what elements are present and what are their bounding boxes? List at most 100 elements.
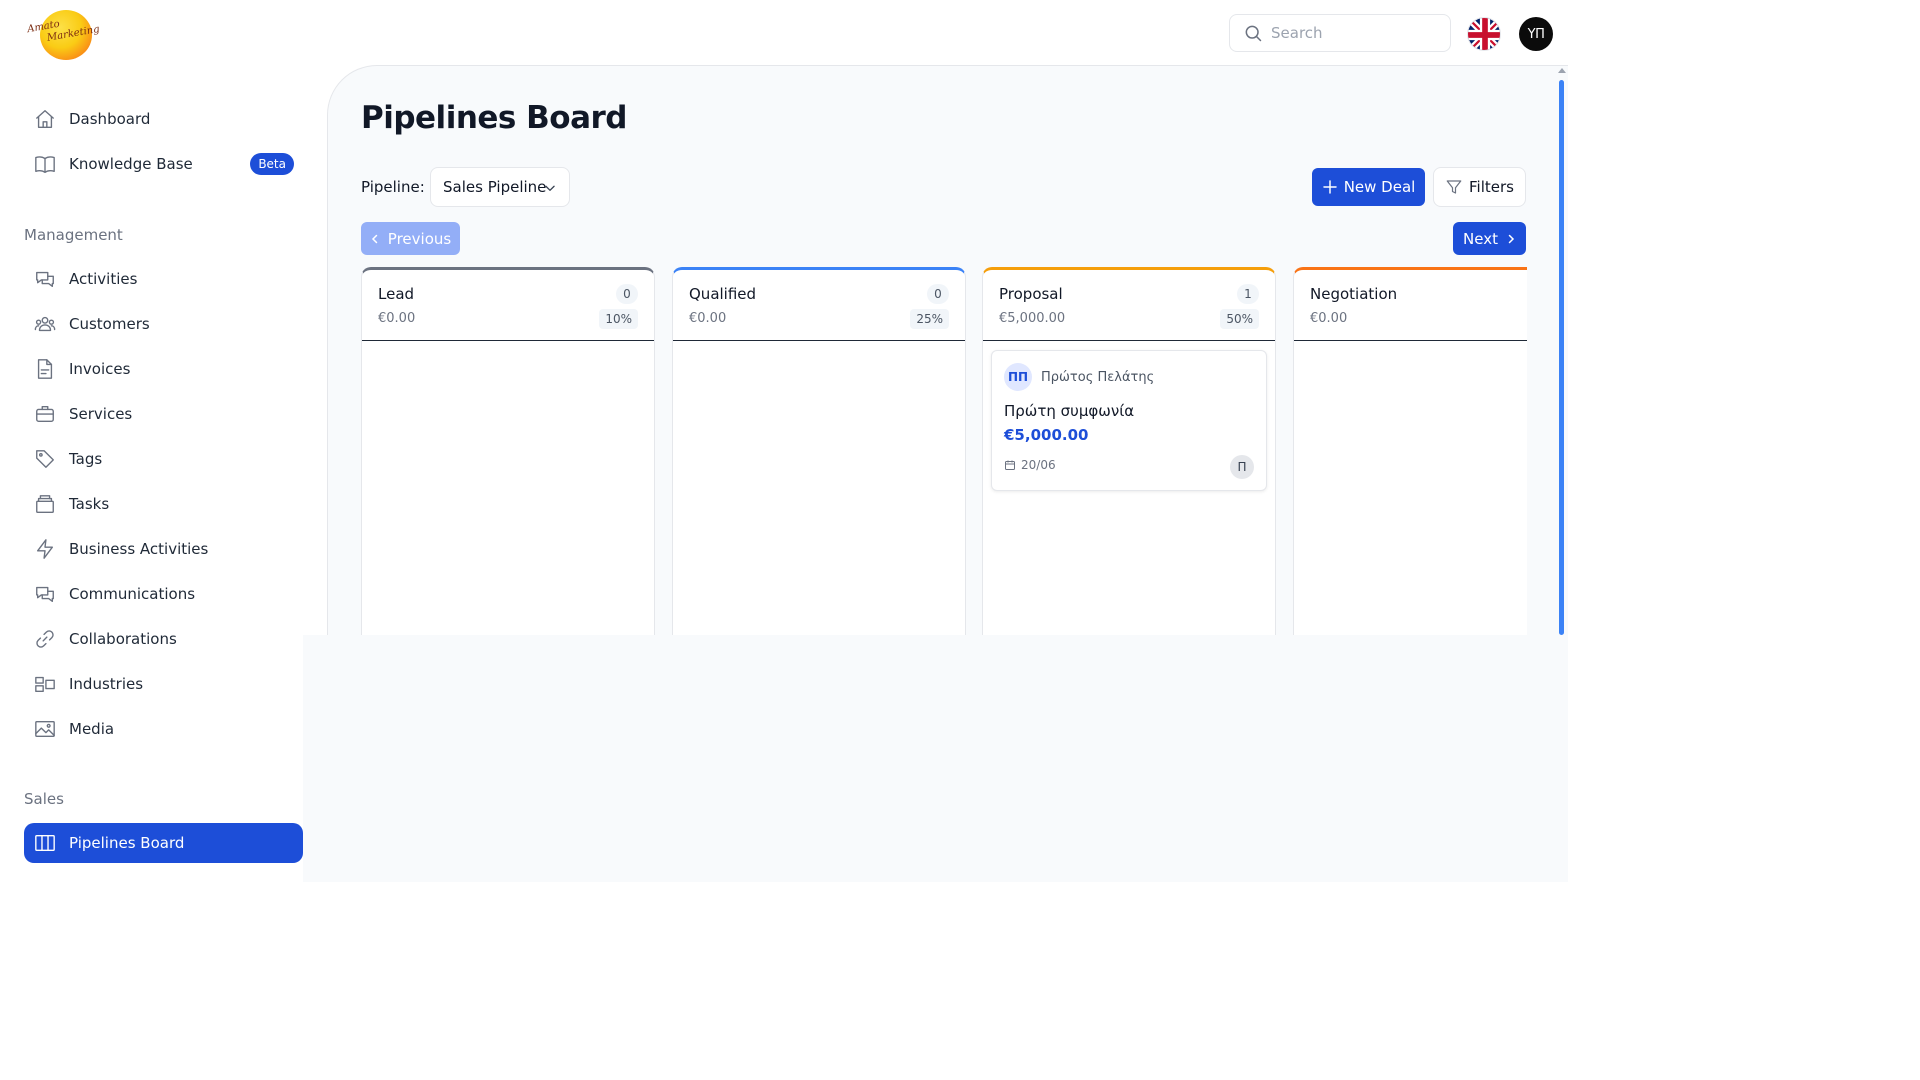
column-percent-badge: 25% <box>910 309 949 329</box>
column-header: Qualified €0.00 0 25% <box>673 270 965 341</box>
briefcase-icon <box>33 402 57 426</box>
calendar-icon <box>1005 460 1015 470</box>
sidebar-item-label: Tags <box>69 450 103 468</box>
deal-customer-name: Πρώτος Πελάτης <box>1041 370 1155 385</box>
column-header: Lead €0.00 0 10% <box>362 270 654 341</box>
pipeline-select[interactable]: Sales Pipeline <box>430 167 570 207</box>
column-name: Negotiation <box>1310 285 1398 303</box>
sidebar-item-label: Dashboard <box>69 110 151 128</box>
deal-owner-avatar[interactable]: Π <box>1230 455 1254 479</box>
column-amount: €0.00 <box>1310 311 1348 326</box>
chevron-right-icon <box>1508 234 1515 243</box>
section-label-sales: Sales <box>24 790 64 808</box>
column-name: Qualified <box>689 285 757 303</box>
sidebar-item-business-activities[interactable]: Business Activities <box>24 529 303 569</box>
column-percent-badge: 50% <box>1220 309 1259 329</box>
sidebar-item-tags[interactable]: Tags <box>24 439 303 479</box>
new-deal-button[interactable]: New Deal <box>1312 168 1425 206</box>
page-title: Pipelines Board <box>361 100 627 136</box>
sidebar-item-dashboard[interactable]: Dashboard <box>24 99 303 139</box>
search-icon <box>1245 25 1262 42</box>
image-icon <box>33 717 57 741</box>
column-name: Proposal <box>999 285 1063 303</box>
column-header: Proposal €5,000.00 1 50% <box>983 270 1275 341</box>
pipeline-column-negotiation: Negotiation €0.00 <box>1293 267 1527 635</box>
sidebar-item-label: Media <box>69 720 115 738</box>
tag-icon <box>33 447 57 471</box>
deal-date-text: 20/06 <box>1021 458 1056 472</box>
sidebar-item-label: Activities <box>69 270 138 288</box>
beta-badge: Beta <box>250 153 294 175</box>
pipeline-column-qualified: Qualified €0.00 0 25% <box>672 267 966 635</box>
column-count-badge: 1 <box>1237 284 1259 304</box>
new-deal-label: New Deal <box>1343 178 1416 196</box>
sidebar-item-label: Collaborations <box>69 630 177 648</box>
logo[interactable]: Amato Marketing <box>26 8 104 60</box>
filters-button[interactable]: Filters <box>1433 167 1526 207</box>
customer-avatar: ΠΠ <box>1004 363 1032 391</box>
search-input[interactable] <box>1271 24 1431 42</box>
column-header: Negotiation €0.00 <box>1294 270 1527 341</box>
sidebar-item-label: Customers <box>69 315 150 333</box>
column-count-badge: 0 <box>616 284 638 304</box>
search-box[interactable] <box>1229 14 1451 52</box>
sidebar-item-services[interactable]: Services <box>24 394 303 434</box>
deal-card[interactable]: ΠΠ Πρώτος Πελάτης Πρώτη συμφωνία €5,000.… <box>991 350 1267 491</box>
deal-title: Πρώτη συμφωνία <box>1004 402 1135 420</box>
chat-icon <box>33 582 57 606</box>
sidebar-item-label: Pipelines Board <box>69 834 185 852</box>
sidebar-item-activities[interactable]: Activities <box>24 259 303 299</box>
sidebar-item-invoices[interactable]: Invoices <box>24 349 303 389</box>
deal-value: €5,000.00 <box>1004 426 1089 444</box>
plus-icon <box>1322 180 1337 194</box>
column-amount: €5,000.00 <box>999 311 1066 326</box>
sidebar-item-label: Tasks <box>69 495 110 513</box>
book-icon <box>33 152 57 176</box>
link-icon <box>33 627 57 651</box>
sidebar-item-label: Invoices <box>69 360 131 378</box>
chevron-left-icon <box>371 234 378 243</box>
sidebar-item-customers[interactable]: Customers <box>24 304 303 344</box>
grid-icon <box>33 672 57 696</box>
inbox-icon <box>33 492 57 516</box>
users-icon <box>33 312 57 336</box>
filters-label: Filters <box>1469 178 1514 196</box>
sidebar-item-label: Communications <box>69 585 196 603</box>
column-count-badge: 0 <box>927 284 949 304</box>
sidebar-item-communications[interactable]: Communications <box>24 574 303 614</box>
main-panel: Pipelines Board Pipeline: Sales Pipeline… <box>327 65 1568 635</box>
pipeline-column-proposal: Proposal €5,000.00 1 50% ΠΠ Πρώτος Πελάτ… <box>982 267 1276 635</box>
scrollbar-thumb[interactable] <box>1559 80 1564 635</box>
sidebar-item-pipelines-board[interactable]: Pipelines Board <box>24 823 303 863</box>
sidebar-item-label: Industries <box>69 675 144 693</box>
sidebar-item-media[interactable]: Media <box>24 709 303 749</box>
language-flag-icon[interactable] <box>1467 17 1501 51</box>
user-avatar[interactable]: ΥΠ <box>1519 17 1553 51</box>
scroll-up-arrow-icon[interactable] <box>1558 68 1566 73</box>
document-icon <box>33 357 57 381</box>
section-label-management: Management <box>24 226 123 244</box>
sidebar: Dashboard Knowledge Base Beta Management… <box>0 90 303 882</box>
chat-icon <box>33 267 57 291</box>
columns-icon <box>33 831 57 855</box>
content-background <box>303 635 1568 882</box>
next-button[interactable]: Next <box>1453 222 1526 255</box>
sidebar-item-industries[interactable]: Industries <box>24 664 303 704</box>
chevron-down-icon <box>545 185 555 191</box>
previous-button[interactable]: Previous <box>361 222 460 255</box>
pipeline-label: Pipeline: <box>361 178 425 196</box>
bolt-icon <box>33 537 57 561</box>
column-amount: €0.00 <box>689 311 727 326</box>
sidebar-item-knowledge-base[interactable]: Knowledge Base Beta <box>24 144 303 184</box>
pipeline-column-lead: Lead €0.00 0 10% <box>361 267 655 635</box>
column-amount: €0.00 <box>378 311 416 326</box>
sidebar-item-label: Knowledge Base <box>69 155 193 173</box>
sidebar-item-tasks[interactable]: Tasks <box>24 484 303 524</box>
sidebar-item-collaborations[interactable]: Collaborations <box>24 619 303 659</box>
previous-label: Previous <box>387 229 452 248</box>
deal-date: 20/06 <box>1004 458 1056 472</box>
sidebar-item-label: Services <box>69 405 133 423</box>
filter-icon <box>1446 180 1462 194</box>
pipeline-select-value: Sales Pipeline <box>443 178 547 196</box>
column-name: Lead <box>378 285 415 303</box>
